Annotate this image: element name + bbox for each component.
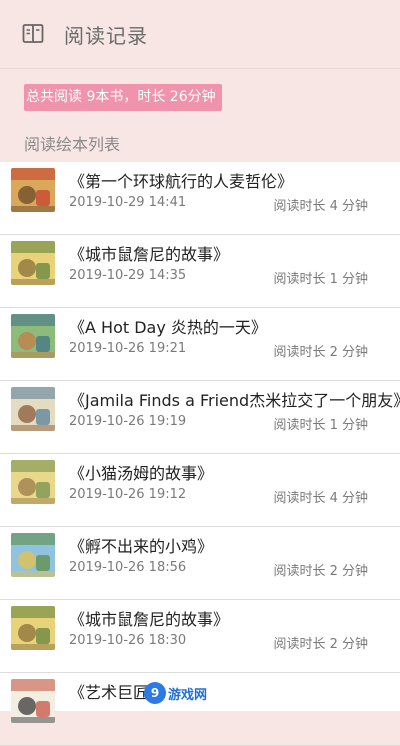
book-list-item[interactable]: 《孵不出来的小鸡》 2019-10-26 18:56 阅读时长 2 分钟 xyxy=(0,527,400,600)
book-list-item[interactable]: 《第一个环球航行的人麦哲伦》 2019-10-29 14:41 阅读时长 4 分钟 xyxy=(0,162,400,235)
read-duration: 阅读时长 2 分钟 xyxy=(273,564,368,579)
read-duration: 阅读时长 2 分钟 xyxy=(273,345,368,360)
book-list: 《第一个环球航行的人麦哲伦》 2019-10-29 14:41 阅读时长 4 分钟《… xyxy=(0,162,400,746)
section-label: 阅读绘本列表 xyxy=(24,135,121,154)
app-header: 阅读记录 xyxy=(0,0,400,69)
book-cover-image xyxy=(11,606,55,650)
read-date: 2019-10-29 14:35 xyxy=(69,268,187,283)
book-cover-image xyxy=(11,533,55,577)
read-date: 2019-10-26 18:56 xyxy=(69,560,187,575)
read-duration: 阅读时长 1 分钟 xyxy=(273,418,368,433)
read-date: 2019-10-29 14:41 xyxy=(69,195,187,210)
book-list-item[interactable]: 《小猫汤姆的故事》 2019-10-26 19:12 阅读时长 4 分钟 xyxy=(0,454,400,527)
book-title: 《Jamila Finds a Friend杰米拉交了一个朋友》 xyxy=(69,391,400,410)
read-date: 2019-10-26 19:12 xyxy=(69,487,187,502)
page-title: 阅读记录 xyxy=(64,23,148,48)
site-watermark: 9 游戏网 xyxy=(144,681,228,705)
book-list-item[interactable]: 《城市鼠詹尼的故事》 2019-10-26 18:30 阅读时长 2 分钟 xyxy=(0,600,400,673)
read-duration: 阅读时长 2 分钟 xyxy=(273,637,368,652)
book-cover-image xyxy=(11,460,55,504)
book-title: 《艺术巨匠 xyxy=(69,683,150,702)
book-title: 《孵不出来的小鸡》 xyxy=(69,537,214,556)
watermark-text: 游戏网 xyxy=(168,687,208,703)
read-duration: 阅读时长 4 分钟 xyxy=(273,491,368,506)
book-title: 《城市鼠詹尼的故事》 xyxy=(69,610,230,629)
reading-summary-badge: 总共阅读 9本书，时长 26分钟 xyxy=(24,83,222,111)
book-cover-image xyxy=(11,241,55,285)
book-title: 《城市鼠詹尼的故事》 xyxy=(69,245,230,264)
read-duration: 阅读时长 4 分钟 xyxy=(273,199,368,214)
read-duration: 阅读时长 1 分钟 xyxy=(273,272,368,287)
read-date: 2019-10-26 19:19 xyxy=(69,414,187,429)
read-date: 2019-10-26 18:30 xyxy=(69,633,187,648)
read-date: 2019-10-26 19:21 xyxy=(69,341,187,356)
book-cover-image xyxy=(11,314,55,358)
book-title: 《A Hot Day 炎热的一天》 xyxy=(69,318,267,337)
book-cover-image xyxy=(11,168,55,212)
book-title: 《第一个环球航行的人麦哲伦》 xyxy=(69,172,294,191)
summary-bar: 总共阅读 9本书，时长 26分钟 xyxy=(0,69,400,125)
watermark-logo: 9 xyxy=(144,682,166,704)
book-cover-image xyxy=(11,679,55,723)
book-list-item[interactable]: 《城市鼠詹尼的故事》 2019-10-29 14:35 阅读时长 1 分钟 xyxy=(0,235,400,308)
book-list-item[interactable]: 《A Hot Day 炎热的一天》 2019-10-26 19:21 阅读时长 2 … xyxy=(0,308,400,381)
book-list-item[interactable]: 《Jamila Finds a Friend杰米拉交了一个朋友》 2019-10-… xyxy=(0,381,400,454)
book-icon[interactable] xyxy=(21,22,45,46)
book-cover-image xyxy=(11,387,55,431)
book-title: 《小猫汤姆的故事》 xyxy=(69,464,214,483)
